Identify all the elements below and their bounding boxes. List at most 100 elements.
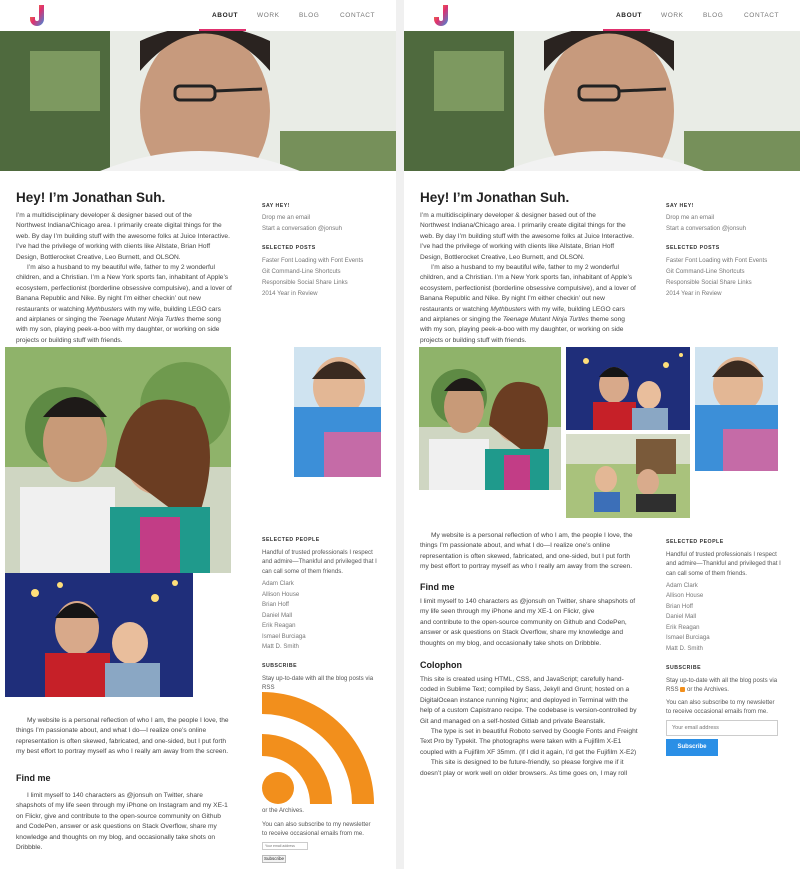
intro-text: with my wife, building LEGO cars: [526, 305, 625, 313]
intro-text: with my wife, building LEGO cars: [122, 305, 221, 313]
nav-work[interactable]: WORK: [661, 12, 684, 19]
email-input[interactable]: [666, 720, 778, 736]
intro-line: ecosystem, perfectionist (borderline obs…: [420, 284, 636, 292]
person-link[interactable]: Brian Hoff: [262, 601, 289, 608]
post-link[interactable]: Responsible Social Share Links: [666, 279, 752, 286]
twitter-link[interactable]: Start a conversation @jonsuh: [262, 225, 342, 232]
text-line: I limit myself to 140 characters as @jon…: [16, 792, 203, 799]
logo-j-icon[interactable]: [432, 4, 452, 28]
post-link[interactable]: Git Command-Line Shortcuts: [262, 268, 341, 275]
nav-blog[interactable]: BLOG: [299, 12, 319, 19]
intro-line: children, and a Christian. I’m a New Yor…: [420, 274, 633, 282]
person-link[interactable]: Adam Clark: [666, 582, 698, 589]
intro-emphasis: Teenage Mutant Ninja Turtles: [98, 316, 185, 324]
intro-text: and airplanes or singing the: [16, 316, 99, 324]
intro-line: I’ve had the privilege of working with c…: [420, 243, 615, 251]
text-line: Dribbble.: [16, 844, 43, 852]
nav-contact[interactable]: CONTACT: [340, 12, 375, 19]
rss-small-icon: [680, 687, 686, 693]
nav-work[interactable]: WORK: [257, 12, 280, 19]
text-line: shapshots of my life seen through my iPh…: [16, 802, 228, 810]
selected-people-desc: Handful of trusted professionals I respe…: [262, 548, 392, 576]
find-me-heading: Find me: [420, 582, 455, 592]
text-line: coupled with a Fujifilm XF 35mm. (If I d…: [420, 748, 637, 756]
intro-line: I’m also a husband to my beautiful wife,…: [420, 264, 620, 272]
page-title: Hey! I’m Jonathan Suh.: [16, 190, 166, 205]
desc-line: Handful of trusted professionals I respe…: [262, 549, 373, 556]
find-me-paragraph: I limit myself to 140 characters as @jon…: [16, 791, 251, 853]
father-son-photo: [566, 347, 690, 430]
person-link[interactable]: Ismael Burciaga: [262, 633, 306, 640]
post-link[interactable]: 2014 Year in Review: [666, 290, 722, 297]
intro-line: and airplanes or singing the Teenage Mut…: [16, 315, 246, 325]
email-input[interactable]: [262, 842, 308, 850]
archives-text: or the Archives.: [262, 807, 304, 814]
kids-photo: [695, 347, 778, 471]
hero-photo: [404, 31, 800, 171]
intro-line: Northwest Indiana/Chicago area. I primar…: [16, 222, 222, 230]
desc-line: can call some of them friends.: [666, 569, 747, 577]
intro-line: Design, Bottlerocket Creative, Leo Burne…: [16, 253, 181, 261]
intro-line: I’m also a husband to my beautiful wife,…: [16, 264, 216, 272]
person-link[interactable]: Allison House: [262, 591, 299, 598]
selected-people-heading: SELECTED PEOPLE: [666, 539, 724, 545]
page-title: Hey! I’m Jonathan Suh.: [420, 190, 570, 205]
text-line: my best effort to portray myself as who …: [16, 748, 229, 756]
post-link[interactable]: Faster Font Loading with Font Events: [666, 257, 767, 264]
text-line: knowledge and thoughts on my blog, and o…: [16, 833, 216, 841]
desc-line: Stay up-to-date with all the blog posts …: [262, 675, 374, 682]
intro-line: with my son, playing peek-a-boo with my …: [16, 326, 220, 334]
email-link[interactable]: Drop me an email: [262, 214, 310, 221]
intro-line: restaurants or watching Mythbusters with…: [420, 305, 650, 315]
text-line: representation is often skewed, fabricat…: [16, 737, 227, 745]
site-header: ABOUT WORK BLOG CONTACT: [0, 0, 396, 31]
family-photo: [419, 347, 561, 490]
post-link[interactable]: Git Command-Line Shortcuts: [666, 268, 745, 275]
text-line: thoughts on my blog, and occasionally ta…: [420, 639, 602, 647]
person-link[interactable]: Ismael Burciaga: [666, 634, 710, 641]
desc-line: to receive occasional emails from me.: [666, 708, 768, 716]
person-link[interactable]: Matt D. Smith: [666, 645, 703, 652]
text-line: on Flickr, give and contribute to the op…: [16, 812, 221, 820]
subscribe-heading: SUBSCRIBE: [262, 663, 298, 669]
twitter-link[interactable]: Start a conversation @jonsuh: [666, 225, 746, 232]
desc-line: Stay up-to-date with all the blog posts …: [666, 677, 778, 684]
site-header: ABOUT WORK BLOG CONTACT: [404, 0, 800, 31]
text-line: DigitalOcean instance running Nginx; and…: [420, 696, 629, 704]
nav-about[interactable]: ABOUT: [212, 12, 238, 19]
person-link[interactable]: Allison House: [666, 592, 703, 599]
person-link[interactable]: Erik Reagan: [262, 622, 296, 629]
rss-icon[interactable]: [262, 692, 376, 804]
say-hey-heading: SAY HEY!: [666, 203, 694, 209]
intro-line: ecosystem, perfectionist (borderline obs…: [16, 284, 232, 292]
person-link[interactable]: Adam Clark: [262, 580, 294, 587]
nav-about[interactable]: ABOUT: [616, 12, 642, 19]
person-link[interactable]: Erik Reagan: [666, 624, 700, 631]
desc-line: and admire—Thankful and privileged that …: [262, 558, 377, 566]
text-line: This site is designed to be future-frien…: [420, 759, 624, 767]
find-me-paragraph: I limit myself to 140 characters as @jon…: [420, 597, 655, 649]
post-link[interactable]: 2014 Year in Review: [262, 290, 318, 297]
intro-line: I’m a multidisciplinary developer & desi…: [16, 212, 192, 219]
person-link[interactable]: Daniel Mall: [666, 613, 696, 620]
person-link[interactable]: Daniel Mall: [262, 612, 292, 619]
post-link[interactable]: Responsible Social Share Links: [262, 279, 348, 286]
post-link[interactable]: Faster Font Loading with Font Events: [262, 257, 363, 264]
intro-line: Northwest Indiana/Chicago area. I primar…: [420, 222, 626, 230]
subscribe-button[interactable]: Subscribe: [666, 739, 718, 756]
desc-line: Handful of trusted professionals I respe…: [666, 551, 777, 558]
person-link[interactable]: Matt D. Smith: [262, 643, 299, 650]
logo-j-icon[interactable]: [28, 4, 48, 28]
text-line: Text Pro by Typekit. The photographs wer…: [420, 738, 622, 746]
intro-emphasis: Mythbusters: [86, 305, 123, 313]
person-link[interactable]: Brian Hoff: [666, 603, 693, 610]
email-link[interactable]: Drop me an email: [666, 214, 714, 221]
nav-contact[interactable]: CONTACT: [744, 12, 779, 19]
subscribe-button[interactable]: Subscribe: [262, 855, 286, 863]
intro-line: web. By day I’m building stuff with the …: [16, 232, 230, 240]
text-line: This site is created using HTML, CSS, an…: [420, 676, 624, 683]
intro-line: Design, Bottlerocket Creative, Leo Burne…: [420, 253, 585, 261]
rss-link[interactable]: RSS: [666, 686, 679, 693]
nav-blog[interactable]: BLOG: [703, 12, 723, 19]
desc-line: and admire—Thankful and privileged that …: [666, 560, 781, 568]
